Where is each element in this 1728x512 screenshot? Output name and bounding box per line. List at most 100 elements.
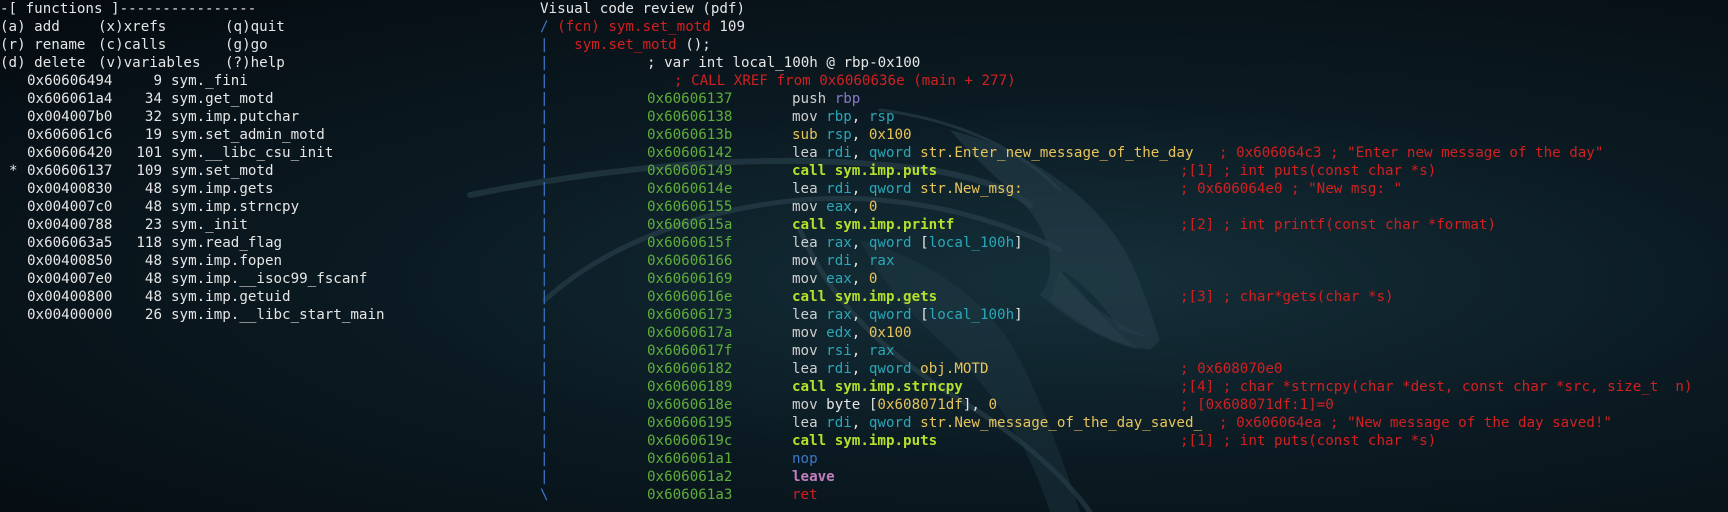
function-signature-line: | sym.set_motd ();	[540, 37, 711, 53]
flow-bar: |	[540, 271, 549, 287]
menu-item[interactable]: (r) rename	[0, 36, 85, 54]
function-name: sym.__libc_csu_init	[171, 145, 334, 161]
function-size: 19	[144, 127, 162, 143]
operand: rax	[826, 235, 852, 251]
operand: rdi	[826, 145, 852, 161]
operand: [	[911, 307, 929, 323]
function-name: sym.set_admin_motd	[171, 127, 325, 143]
function-list-item[interactable]: 0x606061a4 34 sym.get_motd	[0, 90, 420, 108]
instruction-address: 0x606061a1	[647, 451, 733, 467]
instruction-address: 0x6060617f	[647, 343, 733, 359]
mnemonic: mov	[792, 271, 818, 287]
mnemonic: call sym.imp.printf	[792, 217, 955, 233]
instruction-body: mov rdi, rax	[792, 252, 895, 270]
instruction-row: | 0x606061a2 leave	[540, 468, 1720, 486]
instruction-comment: ;[2] ; int printf(const char *format)	[1180, 217, 1497, 233]
function-name: sym.imp.getuid	[171, 289, 291, 305]
function-list-item[interactable]: 0x00400000 26 sym.imp.__libc_start_main	[0, 306, 420, 324]
instruction-address: 0x6060615a	[647, 217, 733, 233]
operand: qword	[868, 307, 912, 323]
mnemonic: call sym.imp.puts	[792, 163, 938, 179]
function-name: sym.imp.__isoc99_fscanf	[171, 271, 368, 287]
xref-line: |; CALL XREF from 0x6060636e (main + 277…	[540, 73, 1016, 89]
operand	[818, 343, 827, 359]
menu-item[interactable]: (q)quit	[225, 18, 285, 36]
instruction-row: | 0x6060618e mov byte [0x608071df], 0 ; [0x…	[540, 396, 1720, 414]
operand	[818, 253, 827, 269]
function-list-item[interactable]: 0x00400788 23 sym._init	[0, 216, 420, 234]
instruction-comment: ; 0x608070e0	[1180, 361, 1283, 377]
function-list-item[interactable]: 0x004007e0 48 sym.imp.__isoc99_fscanf	[0, 270, 420, 288]
function-list-item[interactable]: 0x004007b0 32 sym.imp.putchar	[0, 108, 420, 126]
instruction-address: 0x6060616e	[647, 289, 733, 305]
instruction-address: 0x60606169	[647, 271, 733, 287]
function-list-item[interactable]: * 0x60606137 109 sym.set_motd	[0, 162, 420, 180]
mnemonic: mov	[792, 253, 818, 269]
instruction-address: 0x606061a2	[647, 469, 733, 485]
function-list-item[interactable]: 0x00400830 48 sym.imp.gets	[0, 180, 420, 198]
operand: local_100h	[928, 307, 1015, 323]
instruction-address: 0x6060618e	[647, 397, 733, 413]
instruction-comment: ; 0x606064c3 ; "Enter new message of the…	[1219, 145, 1604, 161]
function-size: 32	[144, 109, 162, 125]
function-list-item[interactable]: 0x606061c6 19 sym.set_admin_motd	[0, 126, 420, 144]
function-list-item[interactable]: 0x60606420 101 sym.__libc_csu_init	[0, 144, 420, 162]
panel-title: Visual code review (pdf)	[540, 1, 745, 17]
function-address: 0x00400000	[27, 307, 113, 323]
menu-item[interactable]: (v)variables	[98, 54, 201, 72]
flow-bar: |	[540, 397, 549, 413]
instruction-body: leave	[792, 468, 835, 486]
function-list-item[interactable]: 0x00400800 48 sym.imp.getuid	[0, 288, 420, 306]
mnemonic: call sym.imp.gets	[792, 289, 938, 305]
function-address: 0x00400800	[27, 289, 113, 305]
instruction-body: call sym.imp.puts	[792, 432, 937, 450]
menu-item[interactable]: (x)xrefs	[98, 18, 166, 36]
instruction-body: call sym.imp.strncpy	[792, 378, 963, 396]
operand: ]	[1014, 307, 1023, 323]
flow-bar: |	[540, 199, 549, 215]
operand: rdi	[826, 415, 852, 431]
function-size: 26	[144, 307, 162, 323]
selected-marker: *	[9, 163, 18, 179]
function-name: sym.imp.__libc_start_main	[171, 307, 385, 323]
instruction-body: call sym.imp.printf	[792, 216, 954, 234]
menu-item[interactable]: (c)calls	[98, 36, 166, 54]
menu-item[interactable]: (g)go	[225, 36, 268, 54]
operand	[818, 307, 827, 323]
mnemonic: lea	[792, 235, 818, 251]
instruction-address: 0x60606138	[647, 109, 733, 125]
menu-item[interactable]: (?)help	[225, 54, 285, 72]
instruction-body: sub rsp, 0x100	[792, 126, 912, 144]
instruction-row: | 0x6060616e call sym.imp.gets ;[3] ; char*…	[540, 288, 1720, 306]
instruction-comment: ;[1] ; int puts(const char *s)	[1180, 433, 1437, 449]
menu-item[interactable]: (d) delete	[0, 54, 85, 72]
function-size: 34	[144, 91, 162, 107]
mnemonic: lea	[792, 181, 818, 197]
function-name: sym.get_motd	[171, 91, 274, 107]
instruction-address: 0x60606182	[647, 361, 733, 377]
flow-bar: |	[540, 217, 549, 233]
instruction-body: lea rdi, qword str.New_message_of_the_da…	[792, 414, 1202, 432]
menu-item[interactable]: (a) add	[0, 18, 60, 36]
functions-header: -[ functions ]----------------	[0, 1, 257, 17]
operand: str.New_msg:	[920, 181, 1023, 197]
instruction-row: | 0x6060614e lea rdi, qword str.New_msg: ; …	[540, 180, 1720, 198]
operand	[818, 181, 827, 197]
flow-bar: |	[540, 127, 549, 143]
function-address: 0x004007c0	[27, 199, 113, 215]
mnemonic: lea	[792, 307, 818, 323]
operand: ,	[851, 415, 869, 431]
operand: rsp	[826, 127, 852, 143]
operand	[818, 127, 827, 143]
operand: str.New_message_of_the_day_saved_	[920, 415, 1203, 431]
function-list-item[interactable]: 0x00400850 48 sym.imp.fopen	[0, 252, 420, 270]
flow-bar: |	[540, 145, 549, 161]
function-size: 101	[136, 145, 162, 161]
operand: ,	[851, 361, 869, 377]
instruction-address: 0x60606189	[647, 379, 733, 395]
instruction-row: | 0x6060617f mov rsi, rax	[540, 342, 1720, 360]
function-list-item[interactable]: 0x606063a5 118 sym.read_flag	[0, 234, 420, 252]
function-list-item[interactable]: 0x004007c0 48 sym.imp.strncpy	[0, 198, 420, 216]
instruction-body: lea rax, qword [local_100h]	[792, 234, 1023, 252]
function-list-item[interactable]: 0x60606494 9 sym._fini	[0, 72, 420, 90]
